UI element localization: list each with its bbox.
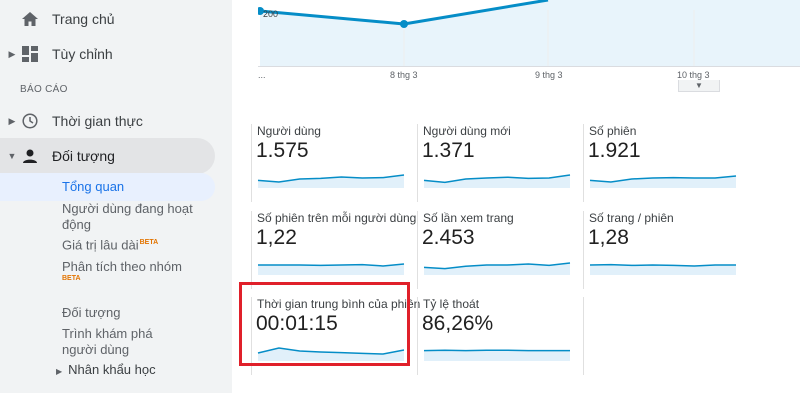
caret-down-icon: ▼ — [7, 151, 17, 161]
sparkline — [423, 349, 570, 361]
line-chart: 200 — [256, 0, 800, 70]
sidebar-subitem-label: Đối tượng — [62, 305, 121, 320]
sidebar-subitem-label: Nhân khẩu học — [68, 362, 156, 377]
x-tick-label: ... — [258, 70, 266, 80]
sidebar-subitem-label: Tổng quan — [62, 179, 125, 194]
sidebar-subitem-label: Người dùng đang hoạt động — [62, 201, 193, 232]
sidebar-subitem-lifetime-value[interactable]: Giá trị lâu dàiBETA — [62, 235, 158, 253]
sidebar-item-label: Tùy chỉnh — [52, 46, 113, 62]
metric-card-pages-per-session[interactable]: Số trang / phiên 1,28 — [583, 211, 736, 289]
beta-badge: BETA — [62, 275, 81, 282]
metric-card-pageviews[interactable]: Số lần xem trang 2.453 — [417, 211, 571, 289]
sparkline — [589, 263, 736, 275]
metric-value: 1,28 — [588, 226, 629, 249]
line-chart-svg: 200 — [256, 0, 800, 66]
metric-label: Người dùng — [257, 124, 321, 138]
sparkline — [423, 262, 571, 275]
x-axis-line — [258, 66, 800, 67]
metric-value: 1.921 — [588, 139, 641, 162]
x-tick-label: 8 thg 3 — [390, 70, 418, 80]
metric-label: Người dùng mới — [423, 124, 511, 138]
beta-badge: BETA — [139, 239, 159, 246]
x-tick-label: 10 thg 3 — [677, 70, 710, 80]
sidebar-item-label: Thời gian thực — [52, 113, 143, 129]
metric-card-users[interactable]: Người dùng 1.575 — [251, 124, 405, 202]
sparkline — [257, 174, 405, 188]
metric-label: Số phiên — [589, 124, 637, 138]
sidebar-subitem-label: Phân tích theo nhóm — [62, 259, 182, 274]
sidebar-subitem-audiences[interactable]: Đối tượng — [62, 305, 120, 321]
dashboard-icon — [20, 44, 40, 64]
sidebar-item-label: Trang chủ — [52, 11, 115, 27]
sidebar-subitem-active-users[interactable]: Người dùng đang hoạt động — [62, 201, 202, 233]
metric-label: Số trang / phiên — [589, 211, 674, 225]
x-tick-label: 9 thg 3 — [535, 70, 563, 80]
caret-right-icon: ▶ — [8, 115, 16, 126]
chevron-down-icon: ▼ — [695, 81, 703, 90]
metric-value: 1.575 — [256, 139, 309, 162]
y-tick-label: 200 — [263, 9, 278, 19]
sidebar-subitem-overview[interactable]: Tổng quan — [0, 173, 215, 201]
caret-right-icon: ▶ — [56, 367, 63, 376]
clock-icon — [20, 111, 40, 131]
sidebar-subitem-demographics[interactable]: ▶ Nhân khẩu học — [56, 362, 156, 380]
metric-value: 86,26% — [422, 312, 494, 335]
metric-card-new-users[interactable]: Người dùng mới 1.371 — [417, 124, 571, 202]
sidebar: Trang chủ ▶ Tùy chỉnh BÁO CÁO ▶ Thời gia… — [0, 0, 232, 393]
metric-card-empty — [583, 297, 733, 375]
home-icon — [20, 9, 40, 29]
sparkline-area — [590, 264, 736, 275]
chart-resize-handle[interactable]: ▼ — [678, 80, 720, 92]
metric-card-sessions[interactable]: Số phiên 1.921 — [583, 124, 737, 202]
metric-card-sessions-per-user[interactable]: Số phiên trên mỗi người dùng 1,22 — [251, 211, 416, 289]
metric-label: Số phiên trên mỗi người dùng — [257, 211, 417, 225]
sparkline-area — [424, 350, 570, 361]
sidebar-subitem-label: Trình khám phá người dùng — [62, 326, 153, 357]
metric-label: Số lần xem trang — [423, 211, 514, 225]
chart-point — [400, 20, 408, 28]
sparkline — [423, 174, 571, 188]
section-heading-reports: BÁO CÁO — [20, 84, 68, 95]
metric-value: 1.371 — [422, 139, 475, 162]
sidebar-item-realtime[interactable]: ▶ Thời gian thực — [0, 103, 215, 139]
sidebar-subitem-label: Giá trị lâu dài — [62, 237, 139, 253]
highlight-box — [239, 282, 410, 366]
sparkline-path — [258, 263, 405, 267]
metric-value: 2.453 — [422, 226, 475, 249]
sidebar-item-audience[interactable]: ▼ Đối tượng — [0, 138, 215, 174]
sparkline — [258, 263, 405, 275]
person-icon — [20, 146, 40, 166]
sidebar-item-customize[interactable]: ▶ Tùy chỉnh — [0, 36, 215, 72]
sidebar-item-home[interactable]: Trang chủ — [0, 1, 215, 37]
metric-label: Tỷ lệ thoát — [423, 297, 480, 311]
sparkline — [589, 175, 737, 188]
caret-right-icon: ▶ — [8, 48, 16, 59]
metric-value: 1,22 — [256, 226, 297, 249]
sidebar-subitem-cohort-analysis[interactable]: Phân tích theo nhóm BETA — [62, 259, 182, 283]
sidebar-item-label: Đối tượng — [52, 148, 115, 164]
metric-card-bounce-rate[interactable]: Tỷ lệ thoát 86,26% — [417, 297, 570, 375]
sidebar-subitem-user-explorer[interactable]: Trình khám phá người dùng — [62, 326, 182, 358]
